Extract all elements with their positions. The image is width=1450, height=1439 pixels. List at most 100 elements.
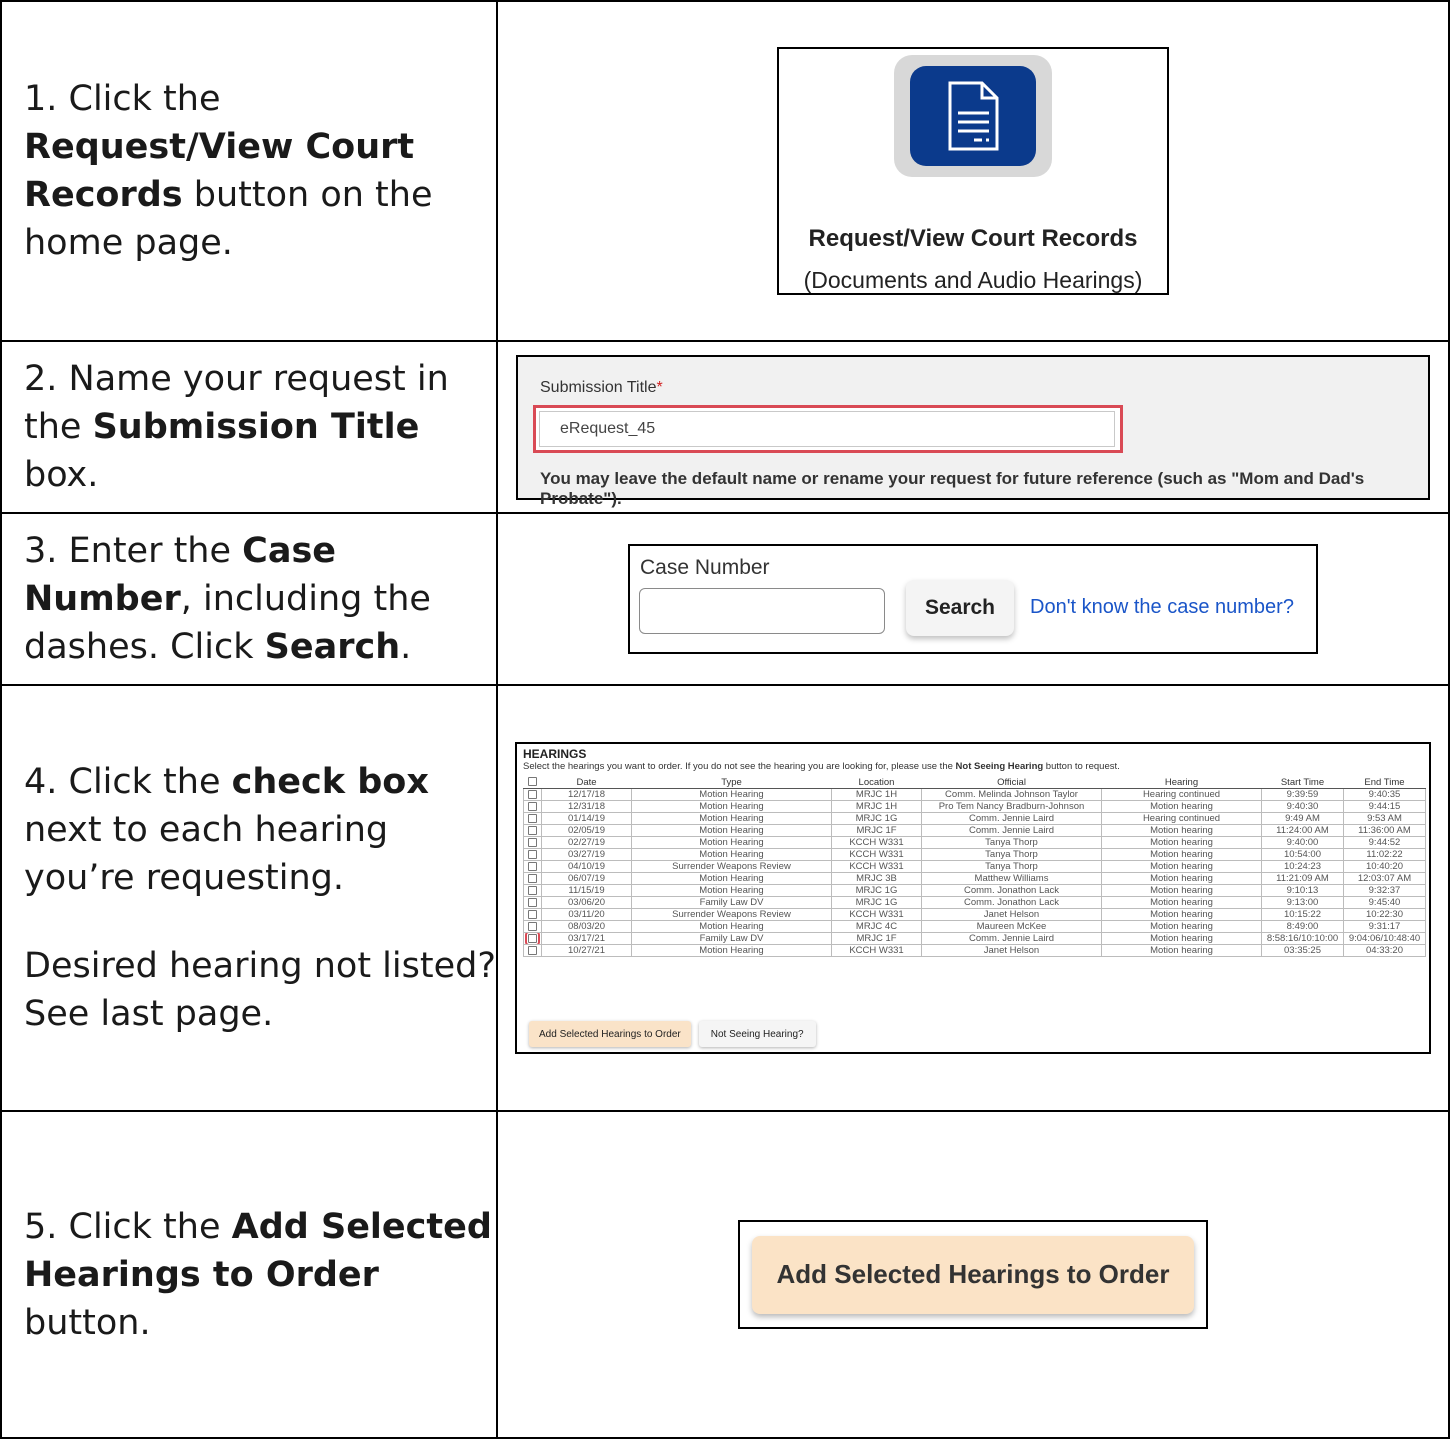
table-cell: MRJC 1G — [831, 884, 922, 897]
table-cell: Motion hearing — [1101, 896, 1262, 909]
request-records-icon-bg — [910, 66, 1036, 166]
row-checkbox[interactable] — [528, 921, 537, 931]
table-cell: 9:40:00 — [1261, 836, 1344, 849]
row-checkbox[interactable] — [528, 801, 537, 811]
row-select-cell — [523, 824, 542, 837]
submission-title-hint: You may leave the default name or rename… — [540, 468, 1365, 508]
step-row-1: 1. Click the Request/View Court Records … — [2, 2, 1450, 342]
row-checkbox[interactable] — [528, 885, 537, 895]
table-cell: 02/27/19 — [541, 836, 632, 849]
hearings-title: HEARINGS — [523, 747, 587, 761]
table-cell: Motion Hearing — [631, 872, 832, 885]
row-checkbox[interactable] — [525, 933, 540, 944]
row-select-cell — [523, 932, 542, 945]
table-cell: 9:45:40 — [1343, 896, 1426, 909]
unknown-case-number-link[interactable]: Don't know the case number? — [1030, 596, 1294, 619]
table-cell: 08/03/20 — [541, 920, 632, 933]
row-select-cell — [523, 836, 542, 849]
table-cell: Matthew Williams — [921, 872, 1102, 885]
table-cell: Pro Tem Nancy Bradburn-Johnson — [921, 800, 1102, 813]
row-select-cell — [523, 920, 542, 933]
table-cell: Comm. Melinda Johnson Taylor — [921, 788, 1102, 801]
table-row[interactable]: 11/15/19 Motion Hearing MRJC 1G Comm. Jonat… — [523, 884, 1426, 897]
submission-title-input[interactable] — [539, 410, 1115, 447]
step-row-4: 4. Click the check box next to each hear… — [2, 686, 1450, 1112]
table-cell: Motion Hearing — [631, 812, 832, 825]
table-cell: KCCH W331 — [831, 860, 922, 873]
step-4-note: Desired hearing not listed? See last pag… — [24, 946, 496, 1034]
column-header: Location — [831, 776, 922, 789]
table-row[interactable]: 04/10/19 Surrender Weapons Review KCCH W33… — [523, 860, 1426, 873]
table-cell: 04:33:20 — [1343, 944, 1426, 957]
row-checkbox[interactable] — [528, 861, 537, 871]
table-cell: 12/17/18 — [541, 788, 632, 801]
row-checkbox[interactable] — [528, 873, 537, 883]
table-cell: KCCH W331 — [831, 848, 922, 861]
row-select-cell — [523, 884, 542, 897]
row-checkbox[interactable] — [528, 837, 537, 847]
table-cell: Motion hearing — [1101, 920, 1262, 933]
request-records-tile[interactable] — [894, 55, 1052, 177]
row-checkbox[interactable] — [528, 849, 537, 859]
select-all-checkbox[interactable] — [528, 777, 537, 787]
table-row[interactable]: 02/05/19 Motion Hearing MRJC 1F Comm. Jenni… — [523, 824, 1426, 837]
table-row[interactable]: 03/06/20 Family Law DV MRJC 1G Comm. Jonath… — [523, 896, 1426, 909]
row-checkbox[interactable] — [528, 945, 537, 955]
table-cell: Comm. Jennie Laird — [921, 824, 1102, 837]
table-cell: Motion hearing — [1101, 932, 1262, 945]
table-cell: Motion hearing — [1101, 848, 1262, 861]
table-row[interactable]: 03/11/20 Surrender Weapons Review KCCH W33… — [523, 908, 1426, 921]
table-row[interactable]: 12/31/18 Motion Hearing MRJC 1H Pro Tem Nan… — [523, 800, 1426, 813]
table-cell: 04/10/19 — [541, 860, 632, 873]
table-cell: Tanya Thorp — [921, 860, 1102, 873]
row-select-cell — [523, 944, 542, 957]
search-button[interactable]: Search — [906, 580, 1014, 636]
table-row[interactable]: 08/03/20 Motion Hearing MRJC 4C Maureen McK… — [523, 920, 1426, 933]
table-cell: 10:54:00 — [1261, 848, 1344, 861]
table-cell: 9:40:35 — [1343, 788, 1426, 801]
case-number-input[interactable] — [639, 588, 885, 634]
table-row[interactable]: 02/27/19 Motion Hearing KCCH W331 Tanya Tho… — [523, 836, 1426, 849]
table-cell: 9:13:00 — [1261, 896, 1344, 909]
table-cell: 06/07/19 — [541, 872, 632, 885]
request-records-screenshot: Request/View Court Records (Documents an… — [777, 47, 1169, 295]
row-checkbox[interactable] — [528, 813, 537, 823]
step-image-cell: HEARINGS Select the hearings you want to… — [498, 686, 1450, 1110]
not-seeing-hearing-button[interactable]: Not Seeing Hearing? — [698, 1021, 816, 1047]
table-row[interactable]: 03/27/19 Motion Hearing KCCH W331 Tanya Tho… — [523, 848, 1426, 861]
table-cell: 8:58:16/10:10:00 — [1261, 932, 1344, 945]
table-cell: Hearing continued — [1101, 812, 1262, 825]
table-row[interactable]: 10/27/21 Motion Hearing KCCH W331 Janet Hel… — [523, 944, 1426, 957]
step-image-cell: Submission Title* You may leave the defa… — [498, 342, 1450, 512]
request-records-title: Request/View Court Records — [808, 225, 1138, 252]
hearings-buttons: Add Selected Hearings to Order Not Seein… — [529, 1021, 816, 1047]
row-checkbox[interactable] — [528, 789, 537, 799]
table-row[interactable]: 06/07/19 Motion Hearing MRJC 3B Matthew Wil… — [523, 872, 1426, 885]
select-all-cell — [523, 776, 542, 789]
row-checkbox[interactable] — [528, 909, 537, 919]
table-cell: 11:36:00 AM — [1343, 824, 1426, 837]
column-header: Hearing — [1101, 776, 1262, 789]
row-select-cell — [523, 848, 542, 861]
table-cell: Tanya Thorp — [921, 836, 1102, 849]
row-checkbox[interactable] — [528, 825, 537, 835]
table-cell: 9:39:59 — [1261, 788, 1344, 801]
add-selected-hearings-to-order-button[interactable]: Add Selected Hearings to Order — [752, 1235, 1194, 1314]
table-cell: Surrender Weapons Review — [631, 908, 832, 921]
step-5-text: 5. Click the Add Selected Hearings to Or… — [24, 1206, 492, 1343]
table-cell: Motion hearing — [1101, 944, 1262, 957]
table-cell: MRJC 1G — [831, 896, 922, 909]
table-row[interactable]: 03/17/21 Family Law DV MRJC 1F Comm. Jennie… — [523, 932, 1426, 945]
step-row-3: 3. Enter the Case Number, including the … — [2, 514, 1450, 686]
table-row[interactable]: 12/17/18 Motion Hearing MRJC 1H Comm. Melin… — [523, 788, 1426, 801]
row-checkbox[interactable] — [528, 897, 537, 907]
column-header: End Time — [1343, 776, 1426, 789]
step-2-text: 2. Name your request in the Submission T… — [24, 359, 449, 495]
add-selected-hearings-button[interactable]: Add Selected Hearings to Order — [529, 1021, 691, 1047]
table-row[interactable]: 01/14/19 Motion Hearing MRJC 1G Comm. Jenni… — [523, 812, 1426, 825]
hearings-description: Select the hearings you want to order. I… — [523, 761, 1120, 772]
step-1-text: 1. Click the Request/View Court Records … — [24, 79, 433, 263]
table-cell: Maureen McKee — [921, 920, 1102, 933]
submission-title-highlight — [533, 404, 1123, 453]
step-image-cell: Request/View Court Records (Documents an… — [498, 2, 1450, 340]
